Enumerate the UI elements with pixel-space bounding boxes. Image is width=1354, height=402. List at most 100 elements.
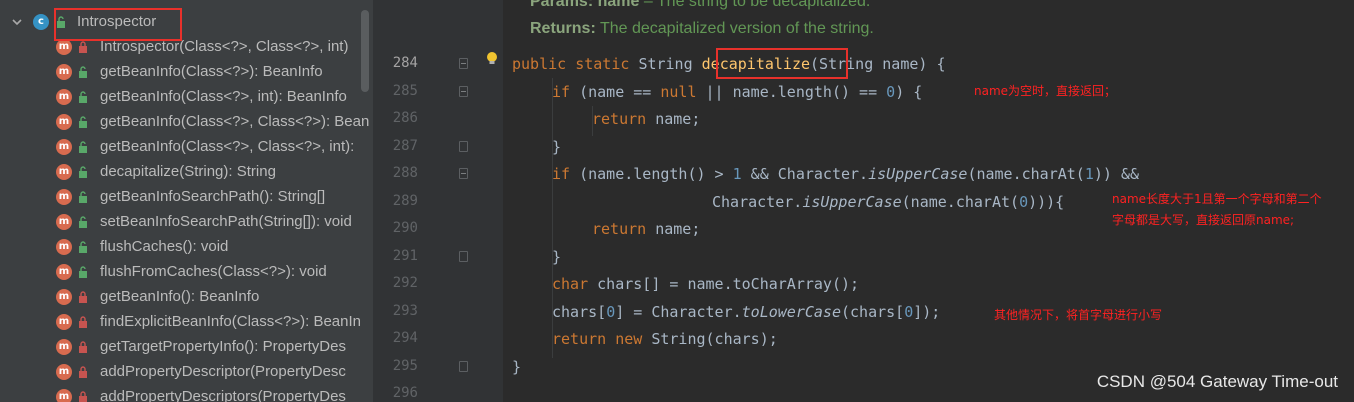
- method-icon: m: [56, 139, 72, 155]
- tree-node-label: addPropertyDescriptor(PropertyDesc: [100, 363, 346, 380]
- tree-node-label: findExplicitBeanInfo(Class<?>): BeanIn: [100, 313, 361, 330]
- code-line-287[interactable]: }: [552, 137, 561, 157]
- tree-node-label: flushCaches(): void: [100, 238, 229, 255]
- class-icon: c: [33, 14, 49, 30]
- code-line-293[interactable]: chars[0] = Character.toLowerCase(chars[0…: [552, 302, 940, 322]
- fold-marker[interactable]: [459, 251, 468, 262]
- method-icon: m: [56, 189, 72, 205]
- tree-node-label: getBeanInfo(Class<?>, int): BeanInfo: [100, 88, 347, 105]
- method-icon: m: [56, 214, 72, 230]
- annotation-note: name为空时，直接返回；: [974, 84, 1117, 98]
- line-number: 294: [392, 330, 418, 346]
- tree-node-method[interactable]: m flushCaches(): void: [0, 235, 373, 260]
- tree-node-method[interactable]: m getBeanInfo(Class<?>, int): BeanInfo: [0, 85, 373, 110]
- code-line-290[interactable]: return name;: [592, 219, 700, 239]
- fold-marker[interactable]: [459, 86, 468, 97]
- lightbulb-icon[interactable]: [486, 51, 498, 67]
- tree-node-label: flushFromCaches(Class<?>): void: [100, 263, 327, 280]
- tree-node-label: decapitalize(String): String: [100, 163, 276, 180]
- method-icon: m: [56, 239, 72, 255]
- line-number: 295: [392, 357, 418, 374]
- tree-node-label: getBeanInfo(): BeanInfo: [100, 288, 260, 305]
- tree-node-label: getBeanInfoSearchPath(): String[]: [100, 188, 326, 205]
- tree-node-label: getTargetPropertyInfo(): PropertyDes: [100, 338, 346, 355]
- method-icon: m: [56, 364, 72, 380]
- structure-scrollbar[interactable]: [361, 10, 369, 92]
- line-number: 290: [392, 220, 418, 236]
- line-number: 293: [392, 302, 418, 319]
- fold-marker[interactable]: [459, 168, 468, 179]
- code-line-295[interactable]: }: [512, 357, 521, 377]
- line-number: 296: [392, 385, 418, 401]
- lock-icon: [79, 41, 87, 53]
- unlock-icon: [79, 166, 87, 178]
- code-line-286[interactable]: return name;: [592, 109, 700, 129]
- line-number: 287: [392, 137, 418, 154]
- code-line-291[interactable]: }: [552, 247, 561, 267]
- line-number: 288: [392, 165, 418, 181]
- annotation-note: 其他情况下，将首字母进行小写: [994, 308, 1163, 322]
- fold-marker[interactable]: [459, 58, 468, 69]
- line-number: 284: [392, 55, 418, 71]
- tree-node-method[interactable]: m getBeanInfo(Class<?>): BeanInfo: [0, 60, 373, 85]
- method-name-highlight-box: [716, 48, 848, 79]
- unlock-icon: [79, 216, 87, 228]
- line-number: 291: [392, 247, 418, 264]
- tree-node-label: setBeanInfoSearchPath(String[]): void: [100, 213, 352, 230]
- javadoc-returns-line: Returns: The decapitalized version of th…: [530, 20, 874, 37]
- tree-node-label: addPropertyDescriptors(PropertyDes: [100, 388, 346, 402]
- structure-panel: c Introspector m Introspector(Class<?>, C…: [0, 0, 373, 402]
- annotation-note: 字母都是大写，直接返回原name;: [1112, 213, 1295, 227]
- unlock-icon: [79, 266, 87, 278]
- line-number: 289: [392, 192, 418, 209]
- code-editor[interactable]: 284 285 286 287 288 289 290 291 292 293 294 295 296 …: [373, 0, 1354, 402]
- fold-marker[interactable]: [459, 361, 468, 372]
- method-icon: m: [56, 339, 72, 355]
- code-line-292[interactable]: char chars[] = name.toCharArray();: [552, 274, 859, 294]
- code-line-294[interactable]: return new String(chars);: [552, 329, 778, 349]
- code-line-289[interactable]: Character.isUpperCase(name.charAt(0))){: [712, 192, 1064, 212]
- tree-node-method[interactable]: m setBeanInfoSearchPath(String[]): void: [0, 210, 373, 235]
- tree-node-method[interactable]: m getTargetPropertyInfo(): PropertyDes: [0, 335, 373, 360]
- code-line-285[interactable]: if (name == null || name.length() == 0) …: [552, 82, 922, 102]
- line-number: 292: [392, 275, 418, 291]
- watermark: CSDN @504 Gateway Time-out: [1096, 372, 1338, 391]
- method-icon: m: [56, 264, 72, 280]
- class-name-highlight-box: [54, 8, 182, 41]
- tree-node-method[interactable]: m decapitalize(String): String: [0, 160, 373, 185]
- tree-node-method[interactable]: m addPropertyDescriptors(PropertyDes: [0, 385, 373, 402]
- unlock-icon: [79, 91, 87, 103]
- lock-icon: [79, 291, 87, 303]
- code-line-288[interactable]: if (name.length() > 1 && Character.isUpp…: [552, 164, 1139, 184]
- method-icon: m: [56, 389, 72, 402]
- lock-icon: [79, 391, 87, 402]
- javadoc-params-line: Params: name – The string to be decapita…: [530, 0, 871, 10]
- tree-node-label: getBeanInfo(Class<?>): BeanInfo: [100, 63, 323, 80]
- tree-node-method[interactable]: m flushFromCaches(Class<?>): void: [0, 260, 373, 285]
- unlock-icon: [79, 116, 87, 128]
- tree-node-method[interactable]: m addPropertyDescriptor(PropertyDesc: [0, 360, 373, 385]
- tree-node-method[interactable]: m getBeanInfo(Class<?>, Class<?>): Bean: [0, 110, 373, 135]
- editor-gutter: 284 285 286 287 288 289 290 291 292 293 294 295 296: [373, 0, 503, 402]
- method-icon: m: [56, 39, 72, 55]
- tree-node-method[interactable]: m findExplicitBeanInfo(Class<?>): BeanIn: [0, 310, 373, 335]
- lock-icon: [79, 341, 87, 353]
- method-icon: m: [56, 89, 72, 105]
- tree-node-label: getBeanInfo(Class<?>, Class<?>): Bean: [100, 113, 370, 130]
- method-icon: m: [56, 314, 72, 330]
- line-number: 286: [392, 110, 418, 126]
- annotation-note: name长度大于1且第一个字母和第二个: [1112, 192, 1322, 206]
- tree-node-method[interactable]: m getBeanInfo(): BeanInfo: [0, 285, 373, 310]
- fold-marker[interactable]: [459, 141, 468, 152]
- method-icon: m: [56, 164, 72, 180]
- lock-icon: [79, 366, 87, 378]
- tree-node-method[interactable]: m getBeanInfoSearchPath(): String[]: [0, 185, 373, 210]
- unlock-icon: [79, 141, 87, 153]
- unlock-icon: [79, 241, 87, 253]
- unlock-icon: [79, 191, 87, 203]
- unlock-icon: [79, 66, 87, 78]
- chevron-down-icon[interactable]: [10, 15, 24, 29]
- tree-node-label: getBeanInfo(Class<?>, Class<?>, int):: [100, 138, 355, 155]
- tree-node-method[interactable]: m getBeanInfo(Class<?>, Class<?>, int):: [0, 135, 373, 160]
- method-icon: m: [56, 114, 72, 130]
